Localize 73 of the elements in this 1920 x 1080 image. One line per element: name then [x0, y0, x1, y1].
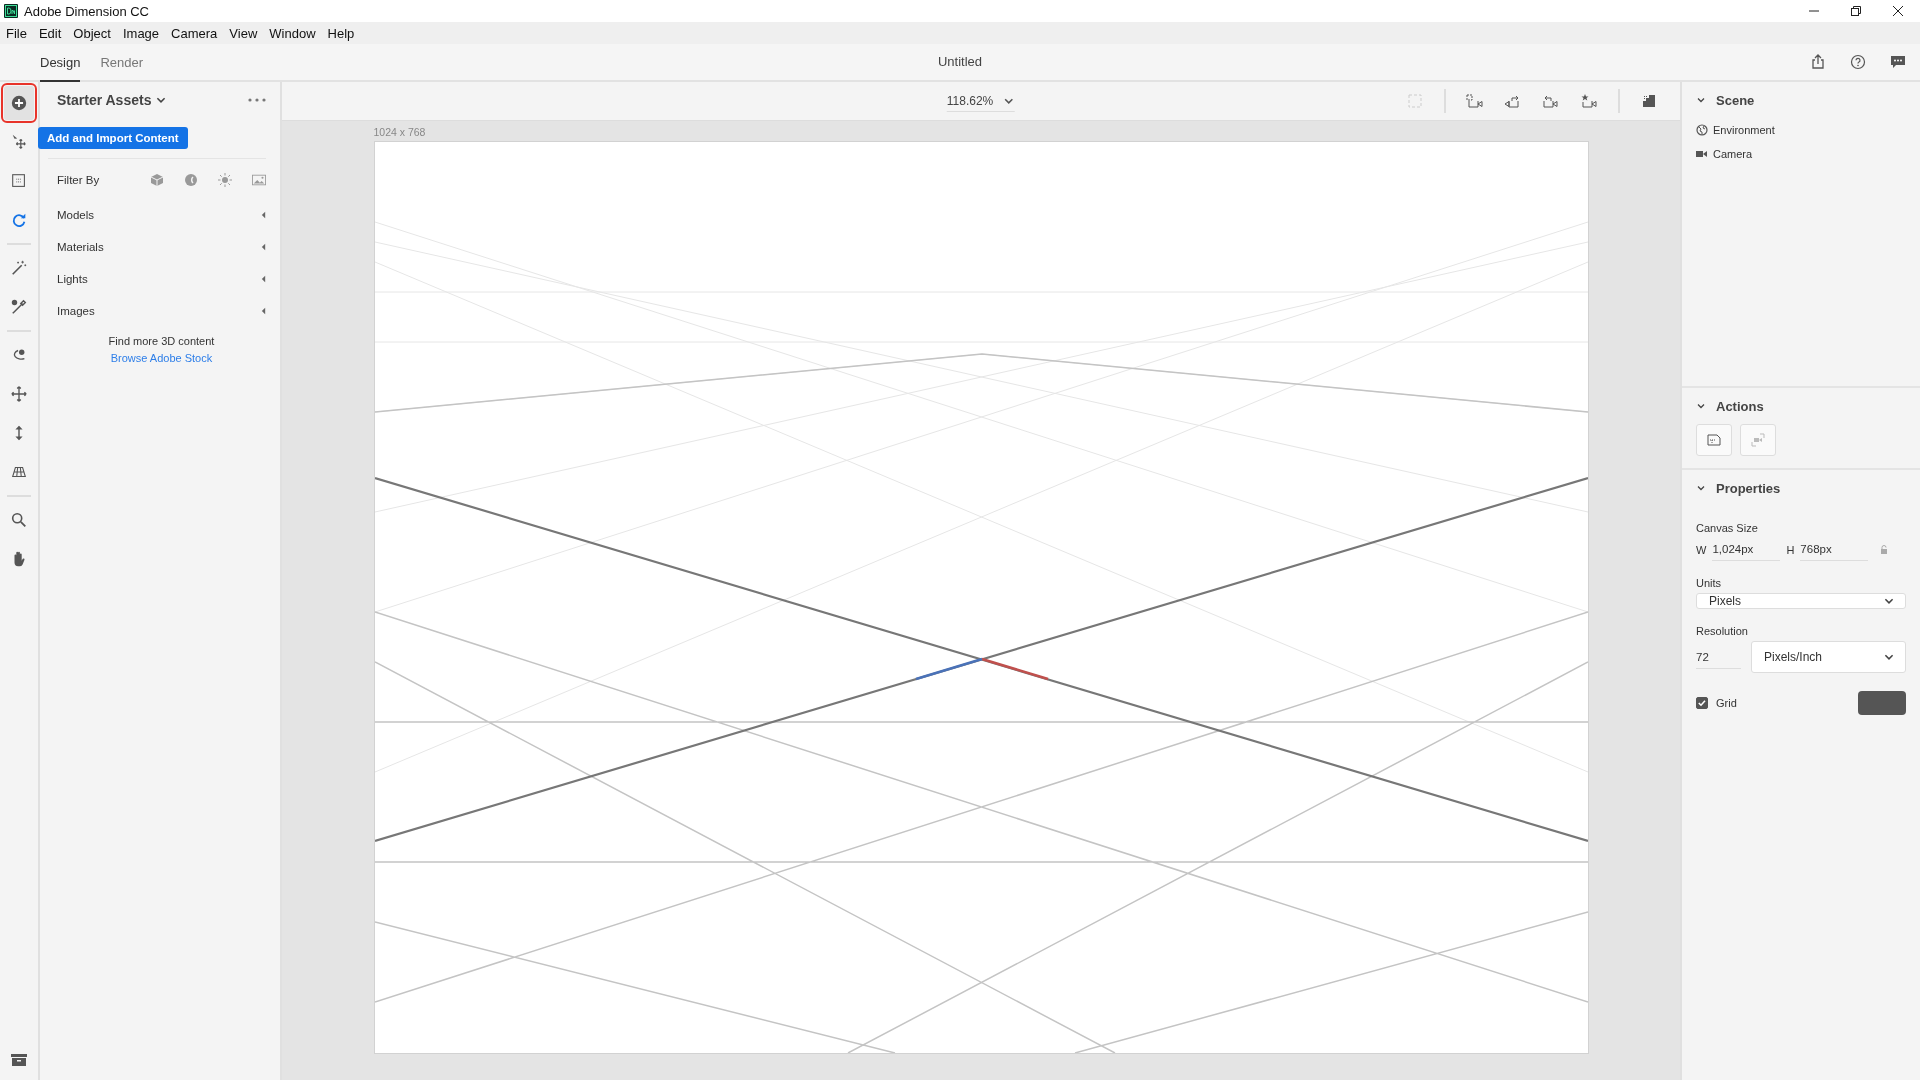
actions-header[interactable]: Actions: [1696, 388, 1906, 424]
width-label: W: [1696, 543, 1707, 556]
more-icon[interactable]: [248, 98, 266, 102]
height-label: H: [1786, 543, 1795, 556]
zoom-dropdown[interactable]: 118.62%: [946, 90, 1016, 112]
rotate-icon: [10, 211, 28, 229]
move-select-icon: [10, 133, 28, 151]
mode-tab[interactable]: Design: [40, 44, 81, 82]
units-label: Units: [1696, 577, 1723, 589]
category-row[interactable]: Materials: [40, 231, 266, 263]
add-icon: [10, 94, 28, 112]
restore-icon[interactable]: [1850, 5, 1862, 17]
resolution-units-dropdown[interactable]: Pixels/Inch: [1751, 641, 1906, 673]
canvas-size-label: Canvas Size: [1696, 522, 1759, 534]
render-preview-icon[interactable]: [1640, 93, 1658, 109]
scene-item[interactable]: Environment: [1696, 118, 1906, 142]
menu-item[interactable]: Help: [327, 25, 355, 41]
category-row[interactable]: Models: [40, 199, 266, 231]
resolution-field[interactable]: 72: [1696, 645, 1741, 669]
scene-item[interactable]: Camera: [1696, 142, 1906, 166]
category-row[interactable]: Images: [40, 295, 266, 327]
close-icon[interactable]: [1892, 5, 1904, 17]
chevron-icon: [1696, 95, 1706, 105]
camera-star-icon[interactable]: [1580, 93, 1598, 109]
marquee-icon: [10, 172, 28, 190]
feedback-icon[interactable]: [1890, 54, 1906, 70]
eyedropper-icon: [10, 298, 28, 316]
sun-icon[interactable]: [218, 173, 232, 187]
properties-header[interactable]: Properties: [1696, 470, 1906, 506]
magic-wand-icon: [10, 259, 28, 277]
menu-item[interactable]: Edit: [38, 25, 62, 41]
height-field[interactable]: 768px: [1800, 538, 1869, 561]
grid-color-swatch[interactable]: [1858, 691, 1906, 715]
help-icon[interactable]: [1850, 54, 1866, 70]
camera-undo-icon[interactable]: [1504, 93, 1522, 109]
mode-tab[interactable]: Render: [100, 44, 155, 82]
menu-item[interactable]: Object: [73, 25, 111, 41]
chevron-icon: [1696, 401, 1706, 411]
camera-fit-icon: [1750, 432, 1766, 448]
zoom-icon: [10, 511, 28, 529]
resolution-label: Resolution: [1696, 625, 1749, 637]
category-row[interactable]: Lights: [40, 263, 266, 295]
page-icon: [1706, 432, 1722, 448]
grid-checkbox[interactable]: [1696, 697, 1708, 709]
width-field[interactable]: 1,024px: [1712, 538, 1781, 561]
menu-item[interactable]: File: [6, 25, 27, 41]
pan-cross-icon: [10, 385, 28, 403]
menu-item[interactable]: Image: [122, 25, 160, 41]
share-icon[interactable]: [1810, 54, 1826, 70]
find-more-text: Find more 3D content: [108, 335, 215, 347]
units-dropdown[interactable]: Pixels: [1696, 593, 1906, 609]
tooltip: Add and Import Content: [38, 127, 188, 149]
camera-redo-icon[interactable]: [1542, 93, 1560, 109]
scene-header[interactable]: Scene: [1696, 82, 1906, 118]
image-icon[interactable]: [252, 173, 266, 187]
document-title: Untitled: [937, 54, 983, 69]
globe-icon: [1696, 124, 1708, 136]
cube-icon[interactable]: [150, 173, 164, 187]
menu-item[interactable]: View: [229, 25, 258, 41]
window-title: Adobe Dimension CC: [24, 3, 149, 19]
canvas-size-label: 1024 x 768: [373, 126, 427, 138]
chevron-icon: [1696, 483, 1706, 493]
app-logo-icon: [4, 4, 18, 18]
menu-item[interactable]: Window: [269, 25, 316, 41]
grid-label: Grid: [1716, 697, 1737, 709]
assets-title[interactable]: Starter Assets: [57, 92, 152, 108]
browse-stock-link[interactable]: Browse Adobe Stock: [110, 352, 213, 364]
menu-item[interactable]: Camera: [171, 25, 218, 41]
camera-frame-icon[interactable]: [1466, 93, 1484, 109]
material-ball-icon[interactable]: [184, 173, 198, 187]
filter-label: Filter By: [57, 174, 100, 186]
video-camera-icon: [1696, 148, 1708, 160]
add-tool[interactable]: [4, 86, 34, 120]
